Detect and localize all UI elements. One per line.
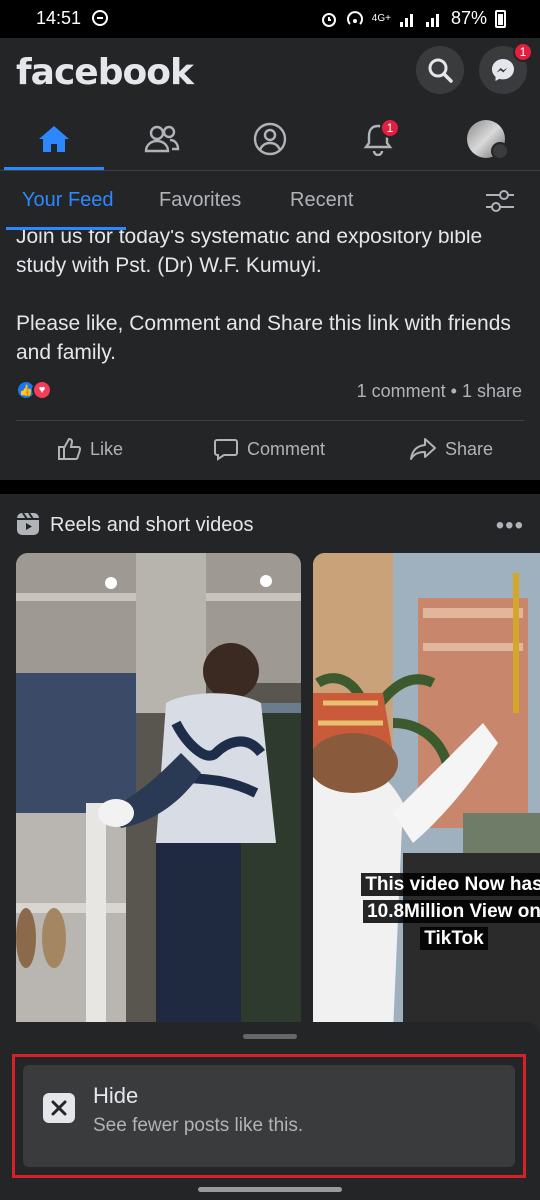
search-icon [428,58,453,83]
facebook-logo: facebook [16,52,194,93]
status-bar: 14:51 4G+ 87% [0,0,540,38]
divider [16,420,524,421]
reaction-icons[interactable]: 👍 ♥ [16,380,52,400]
reel-card[interactable]: This video Now has 10.8Million View on T… [313,553,540,1033]
nav-home[interactable] [0,108,108,170]
comment-label: Comment [247,438,326,459]
reel-caption-text: This video Now has 10.8Million View on T… [361,873,540,950]
nav-menu[interactable] [432,108,540,170]
avatar [467,120,509,160]
messenger-badge: 1 [513,42,533,62]
more-options-icon[interactable]: ••• [496,512,524,540]
tab-recent[interactable]: Recent [290,189,353,212]
home-icon [39,126,69,152]
do-not-disturb-icon [92,10,108,26]
search-button[interactable] [416,46,464,94]
comment-icon [214,439,238,461]
thumbs-up-icon [58,437,82,460]
love-reaction-icon: ♥ [32,380,52,400]
friends-icon [144,125,180,153]
hide-post-option[interactable]: Hide See fewer posts like this. [23,1065,515,1167]
tab-your-feed[interactable]: Your Feed [22,189,114,212]
feed-tabs: Your Feed Favorites Recent [0,170,540,230]
reel-card[interactable] [16,553,301,1033]
like-button[interactable]: Like [56,436,123,462]
main-nav: 1 [0,108,540,170]
status-time: 14:51 [36,8,82,28]
post-actions: Like Comment Share [0,430,540,470]
gesture-home-bar[interactable] [198,1187,342,1192]
close-icon [43,1093,75,1123]
share-icon [410,438,436,460]
hide-option-subtitle: See fewer posts like this. [93,1115,304,1136]
reel-thumbnail [16,553,301,1033]
menu-icon [491,142,509,160]
feed-post: Join us for today's systematic and expos… [0,230,540,480]
nav-profile[interactable] [216,108,324,170]
battery-percent: 87% [450,8,487,28]
app-header: facebook 1 1 [0,38,540,170]
reels-icon [17,512,39,535]
hide-option-highlight: Hide See fewer posts like this. [12,1054,526,1178]
hide-option-title: Hide [93,1083,139,1108]
signal-icon-2 [425,13,439,27]
messenger-button[interactable]: 1 [479,42,533,94]
bottom-sheet: Hide See fewer posts like this. [0,1022,540,1200]
post-text: Join us for today's systematic and expos… [16,230,511,364]
hotspot-icon [346,10,363,25]
network-type: 4G+ [371,13,391,24]
profile-icon [253,122,287,156]
reels-title: Reels and short videos [50,514,254,536]
nav-friends[interactable] [108,108,216,170]
notifications-badge: 1 [380,118,400,138]
share-button[interactable]: Share [409,436,493,462]
messenger-icon [492,59,514,81]
reel-caption: This video Now has 10.8Million View on T… [349,871,540,952]
status-icons: 4G+ 87% [320,8,506,29]
battery-icon [495,9,506,28]
nav-notifications[interactable]: 1 [324,108,432,170]
reels-section: Reels and short videos ••• This video No… [0,494,540,1034]
reel-thumbnail [313,553,540,1033]
like-label: Like [90,438,124,459]
signal-icon [399,13,413,27]
tab-favorites[interactable]: Favorites [159,189,241,212]
sheet-drag-handle[interactable] [243,1034,297,1039]
share-label: Share [445,438,494,459]
alarm-icon [321,12,336,27]
post-stats[interactable]: 1 comment • 1 share [357,381,522,402]
filter-sliders-icon[interactable] [484,187,516,215]
comment-button[interactable]: Comment [213,436,325,462]
